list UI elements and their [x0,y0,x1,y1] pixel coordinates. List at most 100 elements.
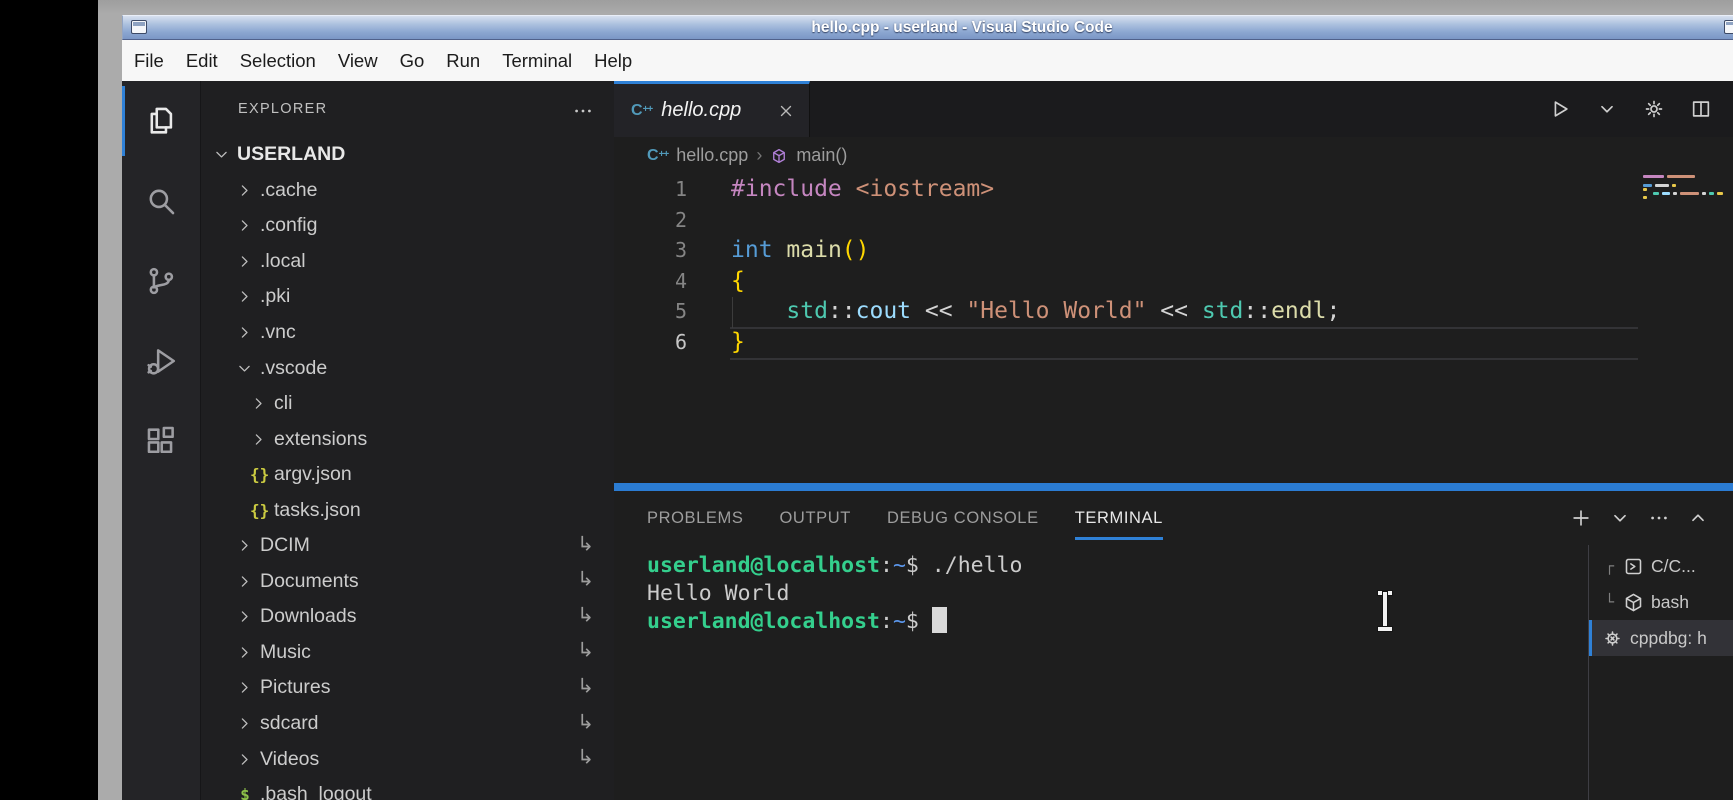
menu-view[interactable]: View [327,50,389,72]
menu-go[interactable]: Go [389,50,436,72]
window-maximize-button[interactable] [1724,20,1733,34]
tree-item--pki[interactable]: .pki [201,279,614,315]
explorer-sidebar: EXPLORER USERLAND.cache .config .local .pki… [201,81,614,800]
tree-item-dcim[interactable]: DCIM↳ [201,528,614,564]
tree-item--cache[interactable]: .cache [201,173,614,209]
tree-item-label: Documents [260,570,359,593]
menu-run[interactable]: Run [435,50,491,72]
panel-tab-terminal[interactable]: TERMINAL [1075,509,1163,528]
activity-search[interactable] [122,161,201,241]
terminal-line-1: userland@localhost:~$ ./hello [647,552,1588,580]
tree-item-sdcard[interactable]: sdcard↳ [201,706,614,742]
chevron-right-icon [236,253,253,270]
tree-item-music[interactable]: Music↳ [201,635,614,671]
tree-item-downloads[interactable]: Downloads↳ [201,599,614,635]
chevron-down-icon[interactable] [1609,507,1631,529]
activity-extensions[interactable] [122,401,201,481]
ellipsis-icon[interactable] [1648,507,1670,529]
indent-guide [732,297,733,328]
chevron-right-icon [236,679,253,696]
chevron-up-icon[interactable] [1687,507,1709,529]
panel-resize-sash[interactable] [614,483,1733,491]
sidebar-header: EXPLORER [201,81,614,137]
resize-cursor [1377,591,1393,631]
tree-item-label: Music [260,641,311,664]
sidebar-title: EXPLORER [238,101,327,117]
code-line-5: std::cout << "Hello World" << std::endl; [731,296,1340,327]
tree-item-label: .local [260,250,306,273]
tree-item-argv-json[interactable]: {} argv.json [201,457,614,493]
code-line-2 [731,205,1340,236]
chevron-right-icon [236,608,253,625]
tree-item-label: argv.json [274,463,352,486]
panel-tab-problems[interactable]: PROBLEMS [647,509,744,528]
tree-item-label: DCIM [260,534,310,557]
files-icon [144,104,178,138]
tree-item-extensions[interactable]: extensions [201,421,614,457]
tree-item--vscode[interactable]: .vscode [201,350,614,386]
chevron-right-icon [250,395,267,412]
chevron-right-icon [236,715,253,732]
line-number: 5 [614,296,687,327]
activity-run-debug[interactable] [122,321,201,401]
menu-file[interactable]: File [123,50,175,72]
symlink-icon: ↳ [577,745,594,770]
shell-file-icon: $ [236,785,254,800]
tree-item-videos[interactable]: Videos↳ [201,741,614,777]
panel-tab-debug-console[interactable]: DEBUG CONSOLE [887,509,1039,528]
menu-terminal[interactable]: Terminal [491,50,583,72]
tree-item--config[interactable]: .config [201,208,614,244]
gear-icon[interactable] [1643,98,1665,120]
chevron-down-icon [236,360,253,377]
close-icon[interactable] [777,102,795,120]
plus-icon[interactable] [1570,507,1592,529]
debug-console-icon [1623,556,1644,577]
editor-actions [1549,81,1733,137]
tree-item-label: sdcard [260,712,319,735]
symbol-method-icon [770,147,788,165]
run-icon[interactable] [1549,98,1571,120]
tree-item-tasks-json[interactable]: {}tasks.json [201,492,614,528]
tree-item-pictures[interactable]: Pictures↳ [201,670,614,706]
window-titlebar[interactable]: hello.cpp - userland - Visual Studio Cod… [122,15,1733,40]
chevron-right-icon [236,751,253,768]
tree-item--bash-logout[interactable]: $.bash_logout [201,777,614,800]
line-number: 6 [614,327,687,358]
cpp-file-icon: C++ [631,103,652,119]
panel-tab-output[interactable]: OUTPUT [780,509,851,528]
tree-item-label: tasks.json [274,499,361,522]
chevron-down-icon[interactable] [1596,98,1618,120]
tree-item--local[interactable]: .local [201,244,614,280]
menu-bar: FileEditSelectionViewGoRunTerminalHelp [122,40,1733,81]
line-number: 1 [614,174,687,205]
terminal-instance-3[interactable]: cppdbg: h [1589,620,1733,656]
tree-item-cli[interactable]: cli [201,386,614,422]
menu-selection[interactable]: Selection [229,50,327,72]
tree-item-label: .vscode [260,357,327,380]
menu-edit[interactable]: Edit [175,50,229,72]
tree-item--vnc[interactable]: .vnc [201,315,614,351]
terminal-instance-1[interactable]: ┌C/C... [1589,548,1733,584]
source-control-icon [144,264,178,298]
terminal-output[interactable]: userland@localhost:~$ ./helloHello World… [614,545,1588,800]
breadcrumb-symbol[interactable]: main() [796,145,847,166]
activity-explorer[interactable] [122,81,201,161]
json-file-icon: {} [250,465,268,484]
terminal-instance-list: ┌C/C...└bashcppdbg: h [1588,545,1733,800]
tree-item-userland[interactable]: USERLAND [201,137,614,173]
tab-hello-cpp[interactable]: C++ hello.cpp [614,81,810,137]
debug-gear-icon [1602,628,1623,649]
minimap[interactable] [1643,175,1723,201]
tree-item-documents[interactable]: Documents↳ [201,564,614,600]
panel-actions [1570,507,1733,529]
more-actions-icon[interactable] [572,100,594,122]
tree-item-label: .config [260,214,317,237]
code-editor[interactable]: 123456 #include <iostream> int main(){ s… [614,174,1733,483]
bottom-panel: PROBLEMS OUTPUT DEBUG CONSOLE TERMINAL user… [614,491,1733,800]
activity-source-control[interactable] [122,241,201,321]
breadcrumb-file[interactable]: hello.cpp [676,145,748,166]
terminal-instance-2[interactable]: └bash [1589,584,1733,620]
window-menu-button[interactable] [131,20,147,34]
menu-help[interactable]: Help [583,50,643,72]
split-editor-icon[interactable] [1690,98,1712,120]
